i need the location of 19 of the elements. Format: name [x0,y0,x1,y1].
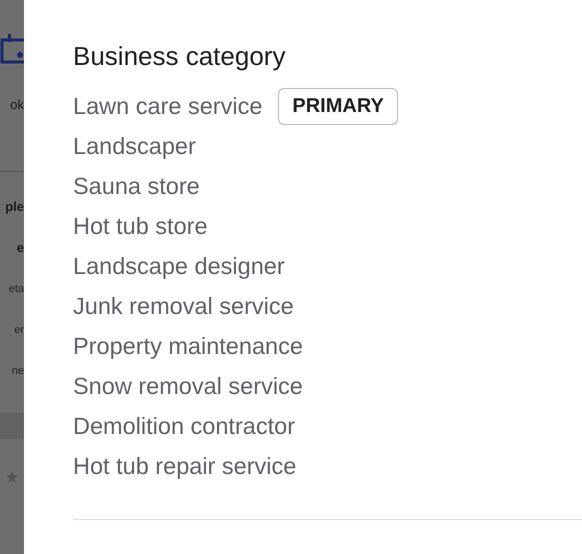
text-fragment: ple [5,200,24,213]
category-name: Hot tub repair service [73,452,296,480]
category-name: Snow removal service [73,372,303,400]
primary-badge: PRIMARY [278,88,398,124]
category-name: Landscape designer [73,252,285,280]
category-name: Property maintenance [73,332,303,360]
text-fragment: eta [8,284,24,295]
section-title: Business category [73,40,286,72]
category-name: Hot tub store [73,212,208,240]
category-name: Lawn care service [73,92,262,120]
category-name: Junk removal service [73,292,294,320]
category-name: Landscaper [73,132,196,160]
text-fragment: ok [10,98,24,111]
category-name: Demolition contractor [73,412,296,440]
star-icon [6,471,18,483]
text-fragment: ne [12,366,24,377]
category-name: Sauna store [73,172,200,200]
text-fragment: er [14,325,24,336]
text-fragment: e [16,241,24,254]
